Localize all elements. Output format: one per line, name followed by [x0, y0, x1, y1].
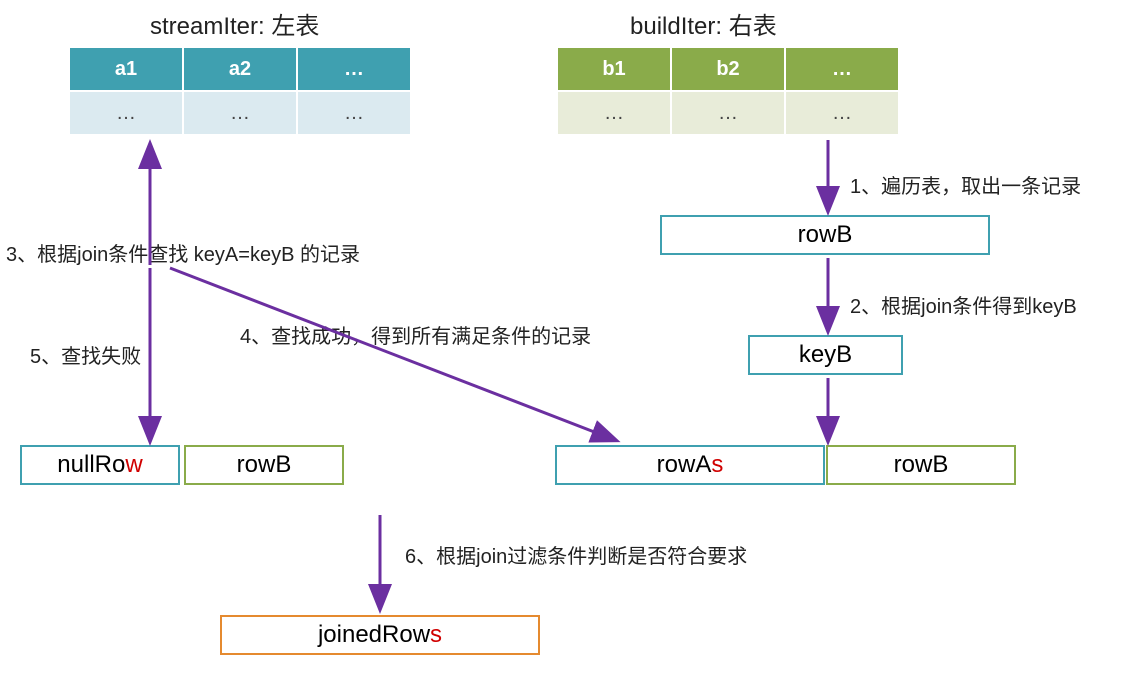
left-table-title: streamIter: 左表 — [150, 6, 319, 41]
step-6-label: 6、根据join过滤条件判断是否符合要求 — [405, 540, 747, 569]
rowb-right-box: rowB — [826, 445, 1016, 485]
left-body-cell: … — [183, 91, 297, 135]
left-header-cell: … — [297, 47, 411, 91]
right-body-cell: … — [671, 91, 785, 135]
step-3-label: 3、根据join条件查找 keyA=keyB 的记录 — [6, 238, 360, 267]
step-1-label: 1、遍历表，取出一条记录 — [850, 170, 1081, 199]
left-header-cell: a2 — [183, 47, 297, 91]
right-table-title: buildIter: 右表 — [630, 6, 777, 41]
right-table: b1 b2 … … … … — [556, 46, 900, 136]
left-body-cell: … — [297, 91, 411, 135]
left-body-cell: … — [69, 91, 183, 135]
rowas-box: rowAs — [555, 445, 825, 485]
right-header-cell: b2 — [671, 47, 785, 91]
rowb-box: rowB — [660, 215, 990, 255]
step-4-label: 4、查找成功，得到所有满足条件的记录 — [240, 320, 591, 349]
keyb-box: keyB — [748, 335, 903, 375]
step-2-label: 2、根据join条件得到keyB — [850, 290, 1077, 319]
rowb-left-box: rowB — [184, 445, 344, 485]
nullrow-box: nullRow — [20, 445, 180, 485]
right-body-cell: … — [785, 91, 899, 135]
right-header-cell: … — [785, 47, 899, 91]
right-body-cell: … — [557, 91, 671, 135]
step-5-label: 5、查找失败 — [30, 340, 141, 369]
left-table: a1 a2 … … … … — [68, 46, 412, 136]
left-header-cell: a1 — [69, 47, 183, 91]
right-header-cell: b1 — [557, 47, 671, 91]
joinedrows-box: joinedRows — [220, 615, 540, 655]
